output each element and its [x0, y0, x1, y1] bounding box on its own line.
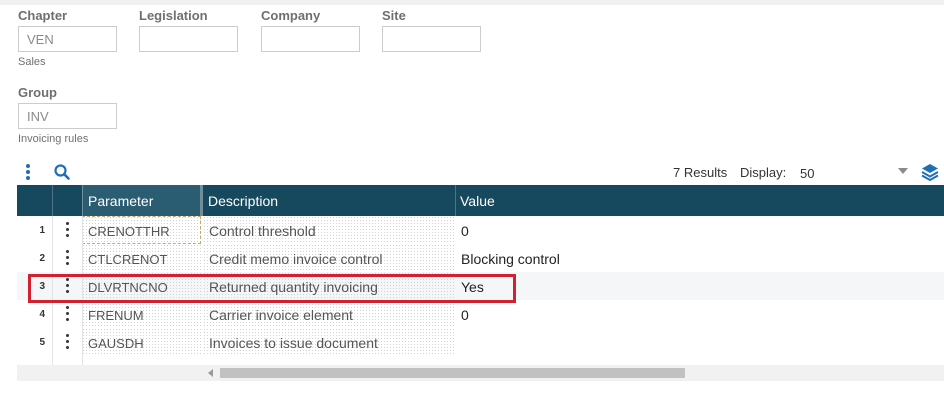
top-band [0, 0, 944, 5]
value-cell[interactable]: Blocking control [455, 244, 944, 272]
site-label: Site [382, 8, 406, 23]
grid-header: Parameter Description Value [17, 185, 944, 216]
horizontal-scrollbar[interactable] [17, 365, 944, 381]
value-cell[interactable]: 0 [455, 300, 944, 328]
company-field-group: Company [261, 8, 360, 52]
row-number: 2 [39, 253, 45, 264]
legislation-field-group: Legislation [139, 8, 238, 52]
row-number: 5 [39, 337, 45, 348]
value-cell[interactable]: 0 [455, 216, 944, 244]
scrollbar-thumb[interactable] [220, 368, 685, 378]
row-number: 4 [39, 309, 45, 320]
highlight-box [28, 274, 516, 303]
company-label: Company [261, 8, 321, 23]
chapter-label: Chapter [18, 8, 68, 23]
grid-toolbar: 7 Results Display: 50 [0, 160, 944, 184]
description-cell[interactable]: Credit memo invoice control [203, 244, 455, 272]
column-header-description[interactable]: Description [203, 185, 455, 216]
table-row[interactable]: 5 GAUSDH Invoices to issue document [17, 328, 944, 356]
legislation-input[interactable] [139, 26, 238, 52]
chapter-description: Sales [18, 56, 46, 68]
row-actions-icon[interactable] [65, 222, 71, 238]
value-cell[interactable] [455, 328, 944, 356]
parameter-cell[interactable]: CTLCRENOT [82, 244, 201, 272]
group-input[interactable]: INV [18, 103, 117, 129]
group-label: Group [18, 85, 57, 100]
row-number: 1 [39, 225, 45, 236]
description-cell[interactable]: Invoices to issue document [203, 328, 455, 356]
layers-icon[interactable] [920, 162, 940, 182]
description-cell[interactable]: Control threshold [203, 216, 455, 244]
results-count: 7 Results [673, 165, 728, 180]
chapter-input[interactable]: VEN [18, 26, 117, 52]
description-cell[interactable]: Carrier invoice element [203, 300, 455, 328]
company-input[interactable] [261, 26, 360, 52]
more-vertical-icon[interactable] [22, 164, 34, 180]
value-cell[interactable]: Yes [455, 272, 944, 300]
display-label: Display: [740, 165, 787, 180]
display-select[interactable]: 50 [800, 166, 814, 181]
table-row[interactable]: 1 CRENOTTHR Control threshold 0 [17, 216, 944, 244]
column-header-value[interactable]: Value [455, 185, 944, 216]
scroll-left-icon[interactable] [208, 369, 213, 377]
chapter-field-group: Chapter VEN Sales [18, 8, 117, 68]
row-actions-icon[interactable] [65, 306, 71, 322]
parameter-cell[interactable]: GAUSDH [82, 328, 201, 356]
site-input[interactable] [382, 26, 481, 52]
parameter-cell[interactable]: FRENUM [82, 300, 201, 328]
table-row[interactable]: 2 CTLCRENOT Credit memo invoice control … [17, 244, 944, 272]
parameter-cell[interactable]: CRENOTTHR [82, 216, 201, 244]
search-icon[interactable] [52, 162, 72, 182]
table-row[interactable]: 4 FRENUM Carrier invoice element 0 [17, 300, 944, 328]
chevron-down-icon[interactable] [898, 168, 908, 174]
legislation-label: Legislation [139, 8, 208, 23]
column-header-parameter[interactable]: Parameter [82, 185, 203, 216]
row-actions-icon[interactable] [65, 334, 71, 350]
site-field-group: Site [382, 8, 481, 52]
row-actions-icon[interactable] [65, 250, 71, 266]
group-field-group: Group INV Invoicing rules [18, 85, 117, 145]
group-description: Invoicing rules [18, 133, 89, 145]
